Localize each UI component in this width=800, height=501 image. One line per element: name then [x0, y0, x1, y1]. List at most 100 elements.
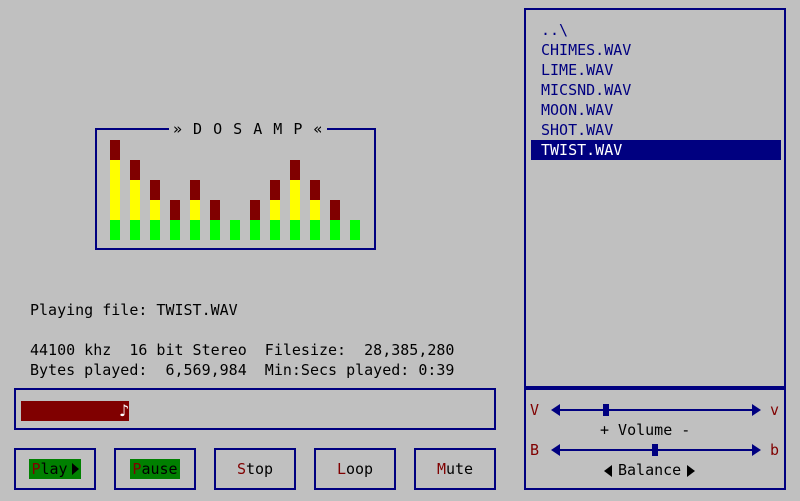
- spectrum-segment: [110, 140, 120, 160]
- spectrum-bar: [150, 180, 160, 240]
- stop-button[interactable]: Stop: [214, 448, 296, 490]
- volume-slider-thumb[interactable]: [603, 404, 609, 416]
- spectrum-segment: [110, 160, 120, 180]
- spectrum-segment: [110, 220, 120, 240]
- format-info-text: 44100 khz 16 bit Stereo Filesize: 28,385…: [30, 341, 455, 359]
- spectrum-segment: [130, 220, 140, 240]
- spectrum-segment: [350, 220, 360, 240]
- volume-up-key: V: [530, 401, 540, 419]
- play-button[interactable]: Play: [14, 448, 96, 490]
- spectrum-segment: [310, 180, 320, 200]
- spectrum-segment: [310, 200, 320, 220]
- button-label-text: ute: [445, 460, 474, 478]
- music-note-icon[interactable]: ♪: [119, 401, 131, 421]
- spectrum-segment: [130, 160, 140, 180]
- spectrum-bar: [230, 220, 240, 240]
- hotkey-letter: P: [31, 460, 41, 478]
- playback-progress[interactable]: ♪: [14, 388, 496, 430]
- balance-right-icon: [687, 464, 696, 477]
- hotkey-letter: S: [236, 460, 246, 478]
- button-label: Pause: [130, 459, 180, 479]
- spectrum-bar: [190, 180, 200, 240]
- spectrum-segment: [130, 180, 140, 200]
- spectrum-segment: [290, 200, 300, 220]
- button-label-text: top: [245, 460, 274, 478]
- spectrum-bar: [210, 200, 220, 240]
- spectrum-bar: [110, 140, 120, 240]
- file-item[interactable]: MICSND.WAV: [531, 80, 781, 100]
- spectrum-segment: [150, 180, 160, 200]
- button-label: Play: [29, 459, 81, 479]
- spectrum-segment: [110, 200, 120, 220]
- balance-right-key: b: [770, 441, 780, 459]
- spectrum-segment: [290, 180, 300, 200]
- balance-label-row: Balance: [604, 460, 696, 480]
- spectrum-segment: [290, 160, 300, 180]
- spectrum-segment: [290, 220, 300, 240]
- spectrum-segment: [150, 200, 160, 220]
- balance-label: Balance: [618, 461, 682, 479]
- spectrum-bar: [350, 220, 360, 240]
- bytes-played-text: Bytes played: 6,569,984 Min:Secs played:…: [30, 361, 455, 379]
- spectrum-segment: [170, 200, 180, 220]
- file-item[interactable]: SHOT.WAV: [531, 120, 781, 140]
- hotkey-letter: M: [436, 460, 446, 478]
- spectrum-segment: [210, 220, 220, 240]
- volume-down-key: v: [770, 401, 780, 419]
- button-label-text: ause: [141, 460, 178, 478]
- balance-left-icon: [604, 464, 612, 477]
- spectrum-segment: [190, 220, 200, 240]
- mute-button[interactable]: Mute: [414, 448, 496, 490]
- spectrum-bar: [290, 160, 300, 240]
- button-label-text: lay: [40, 460, 68, 478]
- spectrum-visualizer: » D O S A M P «: [95, 120, 376, 250]
- pause-button[interactable]: Pause: [114, 448, 196, 490]
- hotkey-letter: L: [336, 460, 346, 478]
- spectrum-segment: [190, 200, 200, 220]
- button-label-text: oop: [345, 460, 374, 478]
- spectrum-segment: [310, 220, 320, 240]
- file-item[interactable]: CHIMES.WAV: [531, 40, 781, 60]
- spectrum-segment: [150, 220, 160, 240]
- progress-fill: [21, 401, 129, 421]
- file-list[interactable]: ..\ CHIMES.WAV LIME.WAV MICSND.WAV MOON.WAV S…: [524, 8, 786, 388]
- loop-button[interactable]: Loop: [314, 448, 396, 490]
- spectrum-segment: [250, 220, 260, 240]
- audio-controls-panel: V v + Volume - B b Balance: [524, 388, 786, 490]
- spectrum-segment: [250, 200, 260, 220]
- volume-slider-track[interactable]: [556, 409, 754, 411]
- spectrum-segment: [270, 200, 280, 220]
- spectrum-bar: [130, 160, 140, 240]
- playing-file-text: Playing file: TWIST.WAV: [30, 301, 238, 319]
- button-label: Mute: [435, 459, 475, 479]
- app-title: » D O S A M P «: [169, 120, 328, 138]
- spectrum-segment: [330, 200, 340, 220]
- file-item[interactable]: TWIST.WAV: [531, 140, 781, 160]
- spectrum-bar: [250, 200, 260, 240]
- balance-right-arrow-icon[interactable]: [752, 444, 761, 456]
- spectrum-segment: [270, 220, 280, 240]
- balance-slider-thumb[interactable]: [652, 444, 658, 456]
- spectrum-segment: [330, 220, 340, 240]
- spectrum-bar: [330, 200, 340, 240]
- spectrum-segment: [230, 220, 240, 240]
- button-label: Stop: [235, 459, 275, 479]
- spectrum-segment: [210, 200, 220, 220]
- volume-right-arrow-icon[interactable]: [752, 404, 761, 416]
- volume-label: + Volume -: [600, 421, 691, 439]
- spectrum-segment: [190, 180, 200, 200]
- spectrum-segment: [110, 180, 120, 200]
- file-item[interactable]: LIME.WAV: [531, 60, 781, 80]
- spectrum-segment: [170, 220, 180, 240]
- file-item[interactable]: MOON.WAV: [531, 100, 781, 120]
- hotkey-letter: P: [132, 460, 142, 478]
- play-arrow-icon: [71, 463, 79, 475]
- balance-left-key: B: [530, 441, 540, 459]
- spectrum-bar: [270, 180, 280, 240]
- spectrum-bar: [170, 200, 180, 240]
- parent-directory-item[interactable]: ..\: [531, 20, 781, 40]
- spectrum-bar: [310, 180, 320, 240]
- button-label: Loop: [335, 459, 375, 479]
- spectrum-segment: [130, 200, 140, 220]
- spectrum-segment: [270, 180, 280, 200]
